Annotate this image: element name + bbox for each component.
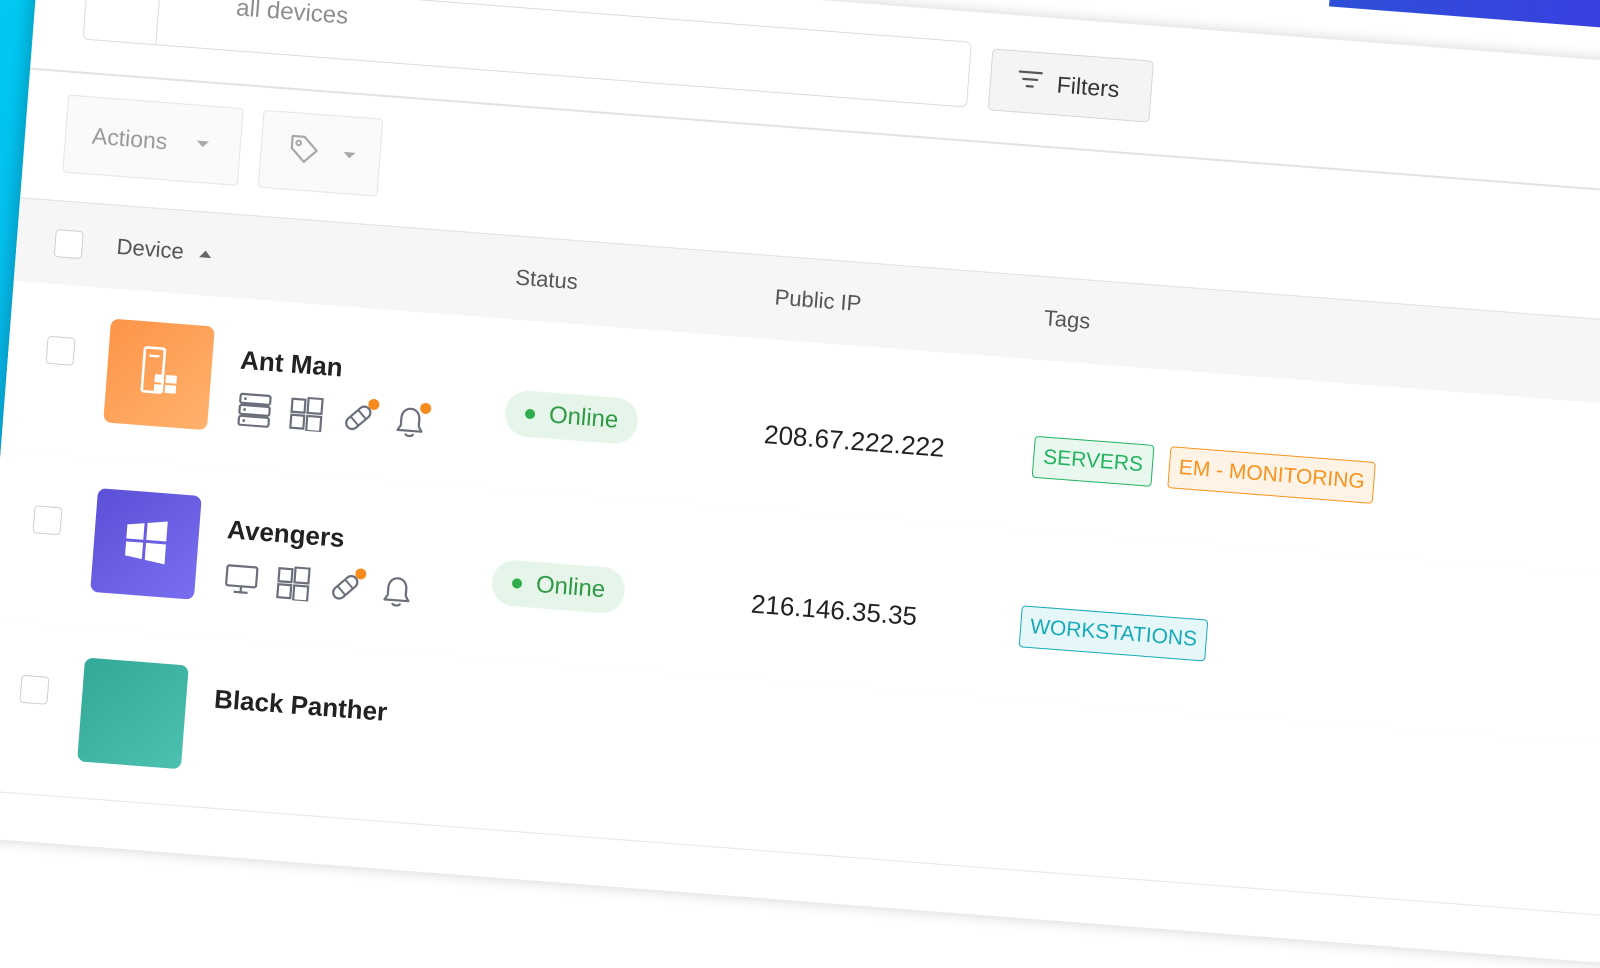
- status-badge: Online: [490, 559, 627, 615]
- column-status[interactable]: Status: [515, 265, 579, 296]
- filters-button[interactable]: Filters: [988, 48, 1154, 122]
- notification-dot: [368, 399, 380, 411]
- status-badge: Online: [503, 389, 640, 445]
- column-tags[interactable]: Tags: [1043, 305, 1091, 334]
- sort-ascending-icon: [199, 250, 212, 258]
- device-name[interactable]: Avengers: [226, 514, 346, 554]
- windows-icon: [287, 395, 326, 434]
- windows-server-icon: [135, 344, 183, 404]
- server-icon: [235, 391, 274, 430]
- public-ip: 216.146.35.35: [750, 589, 918, 633]
- select-all-checkbox[interactable]: [54, 229, 84, 259]
- tag-list: SERVERS EM - MONITORING: [1032, 436, 1376, 504]
- tag-list: WORKSTATIONS: [1019, 605, 1209, 661]
- column-device[interactable]: Device: [116, 234, 213, 267]
- public-ip: 208.67.222.222: [763, 419, 946, 464]
- column-public-ip[interactable]: Public IP: [774, 284, 863, 317]
- patch-icon: [339, 398, 378, 437]
- tag-workstations[interactable]: WORKSTATIONS: [1019, 605, 1209, 661]
- tag-dropdown[interactable]: [258, 110, 384, 197]
- actions-dropdown[interactable]: Actions: [62, 95, 243, 186]
- column-device-label: Device: [116, 234, 185, 265]
- workstation-avatar: [90, 488, 202, 600]
- chevron-down-icon: [343, 152, 355, 159]
- notification-dot: [355, 568, 367, 580]
- status-dot: [512, 578, 523, 589]
- server-avatar: [103, 319, 215, 431]
- actions-label: Actions: [91, 122, 168, 155]
- row-checkbox[interactable]: [19, 675, 49, 705]
- status-dot: [525, 409, 536, 420]
- status-label: Online: [535, 571, 606, 604]
- devices-panel: all devices Filters Actions Device: [0, 0, 1600, 968]
- search-prefix[interactable]: [84, 0, 162, 44]
- tag-servers[interactable]: SERVERS: [1032, 436, 1155, 487]
- row-checkbox[interactable]: [32, 505, 62, 535]
- windows-icon: [274, 564, 313, 603]
- windows-logo-icon: [121, 517, 171, 571]
- device-avatar: [77, 658, 189, 770]
- filter-icon: [1016, 67, 1044, 97]
- status-label: Online: [548, 401, 619, 434]
- device-name[interactable]: Black Panther: [213, 684, 388, 728]
- tag-icon: [286, 132, 321, 172]
- search-input[interactable]: all devices: [82, 0, 971, 108]
- monitor-icon: [222, 560, 261, 599]
- notification-dot: [420, 403, 432, 415]
- corner-accent-bar: [1329, 0, 1600, 29]
- chevron-down-icon: [197, 141, 209, 148]
- bell-icon: [378, 572, 417, 611]
- filters-label: Filters: [1056, 71, 1121, 103]
- bell-icon: [391, 402, 430, 441]
- row-checkbox[interactable]: [46, 336, 76, 366]
- device-icons: [222, 560, 416, 611]
- search-placeholder: all devices: [235, 0, 349, 31]
- tag-em-monitoring[interactable]: EM - MONITORING: [1167, 446, 1376, 504]
- device-name[interactable]: Ant Man: [239, 345, 344, 384]
- device-icons: [235, 391, 429, 442]
- patch-icon: [326, 568, 365, 607]
